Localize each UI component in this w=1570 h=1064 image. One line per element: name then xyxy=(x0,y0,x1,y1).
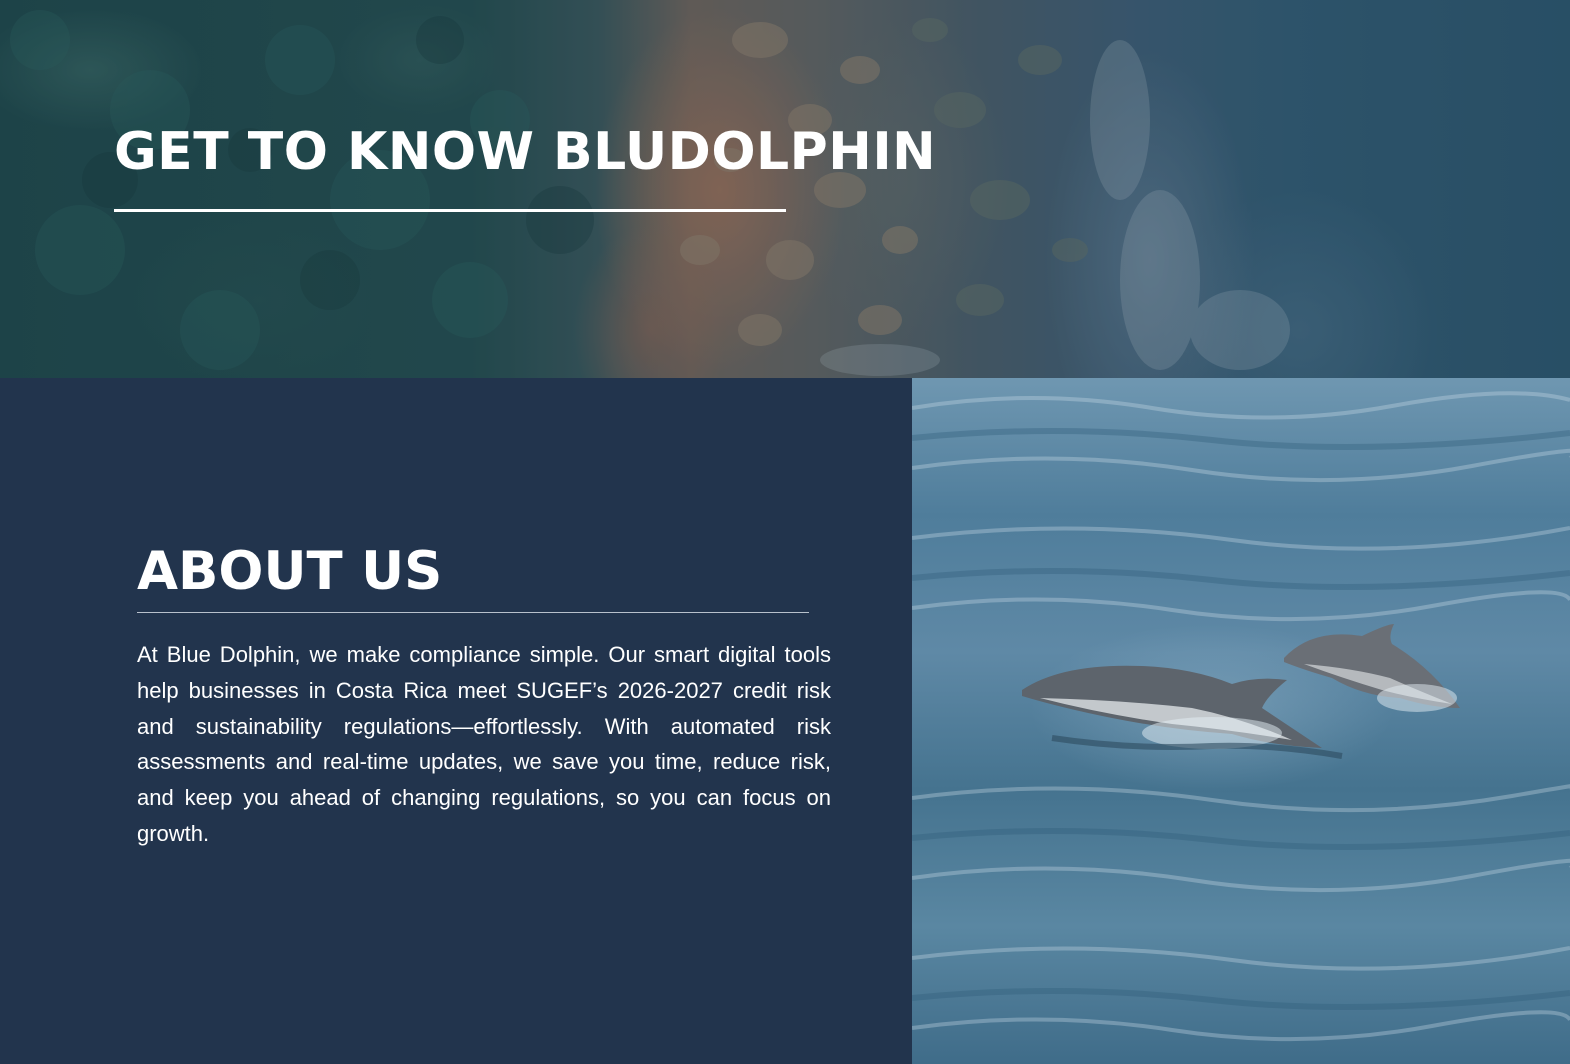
about-us-heading: ABOUT US xyxy=(137,541,443,602)
dolphin-small xyxy=(1284,624,1460,712)
hero-tint-overlay xyxy=(0,0,1570,378)
two-dolphins-leaping-photo xyxy=(912,391,1570,1042)
about-us-paragraph: At Blue Dolphin, we make compliance simp… xyxy=(137,642,831,846)
dolphin-photo xyxy=(912,378,1570,1064)
about-us-panel: ABOUT US At Blue Dolphin, we make compli… xyxy=(0,378,912,1064)
hero-title: GET TO KNOW BLUDOLPHIN xyxy=(114,122,937,182)
dolphin-large xyxy=(1022,665,1343,759)
hero-title-underline xyxy=(114,209,786,212)
about-us-divider xyxy=(137,612,809,613)
hero-banner: GET TO KNOW BLUDOLPHIN xyxy=(0,0,1570,378)
